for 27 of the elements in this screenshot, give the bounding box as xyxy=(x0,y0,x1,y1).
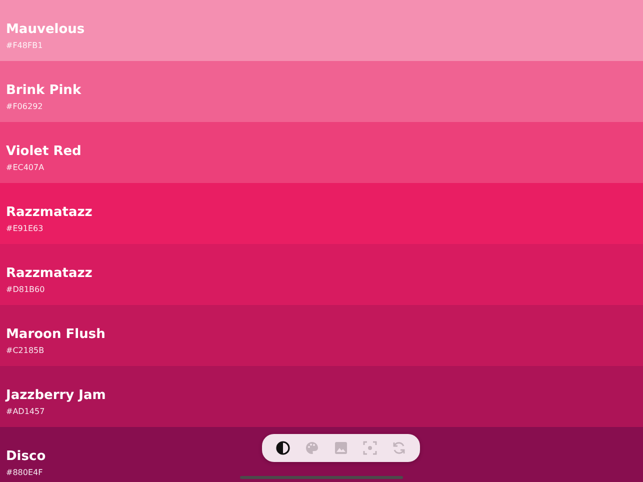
hex-code: #D81B60 xyxy=(6,285,45,295)
hex-code: #880E4F xyxy=(6,468,43,478)
color-name: Maroon Flush xyxy=(6,327,106,343)
focus-icon[interactable] xyxy=(362,440,378,456)
color-swatch[interactable]: Maroon Flush #C2185B xyxy=(0,305,643,366)
color-name: Violet Red xyxy=(6,144,82,160)
contrast-icon[interactable] xyxy=(275,440,291,456)
color-swatch[interactable]: Violet Red #EC407A xyxy=(0,122,643,183)
color-name: Jazzberry Jam xyxy=(6,388,106,404)
hex-code: #F06292 xyxy=(6,102,43,112)
palette-icon[interactable] xyxy=(304,440,320,456)
color-swatch[interactable]: Brink Pink #F06292 xyxy=(0,61,643,122)
hex-code: #E91E63 xyxy=(6,224,44,234)
color-name: Razzmatazz xyxy=(6,266,92,282)
color-name: Razzmatazz xyxy=(6,205,92,221)
color-swatch[interactable]: Jazzberry Jam #AD1457 xyxy=(0,366,643,427)
hex-code: #EC407A xyxy=(6,163,44,173)
color-swatch[interactable]: Razzmatazz #D81B60 xyxy=(0,244,643,305)
image-icon[interactable] xyxy=(333,440,349,456)
hex-code: #AD1457 xyxy=(6,407,45,417)
refresh-icon[interactable] xyxy=(391,440,407,456)
color-name: Brink Pink xyxy=(6,83,82,99)
color-name: Disco xyxy=(6,449,46,465)
hex-code: #C2185B xyxy=(6,346,44,356)
hex-code: #F48FB1 xyxy=(6,41,43,51)
color-name: Mauvelous xyxy=(6,22,85,38)
color-swatch[interactable]: Razzmatazz #E91E63 xyxy=(0,183,643,244)
